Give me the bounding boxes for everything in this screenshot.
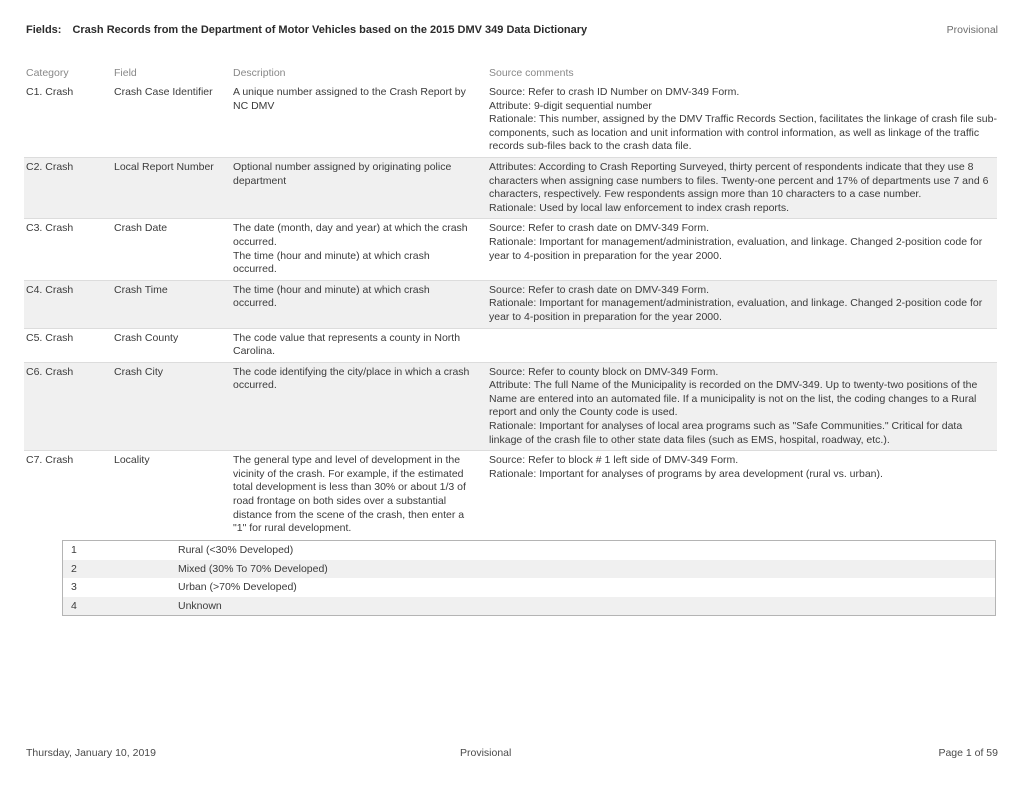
page-footer: Thursday, January 10, 2019 Provisional P… [26, 747, 998, 761]
row-cell-source-comments: Source: Refer to county block on DMV-349… [489, 365, 978, 446]
code-table-label: Urban (>70% Developed) [178, 581, 297, 594]
header-status-label: Provisional [946, 24, 998, 36]
code-table-code: 2 [71, 562, 77, 575]
page-title: Crash Records from the Department of Mot… [72, 24, 588, 36]
row-cell-category: C1. Crash [26, 86, 74, 98]
code-table-label: Mixed (30% To 70% Developed) [178, 562, 328, 575]
row-cell-description: The general type and level of developmen… [233, 454, 466, 535]
row-cell-field: Crash City [114, 365, 164, 378]
code-table-row: 2 Mixed (30% To 70% Developed) [63, 559, 995, 578]
table-row: C2. Crash Local Report Number Optional num… [24, 156, 997, 219]
footer-status: Provisional [460, 747, 512, 759]
table-body: C1. Crash Crash Case Identifier A unique n… [24, 83, 997, 539]
row-cell-category: C5. Crash [26, 331, 74, 344]
row-cell-category: C2. Crash [26, 160, 74, 173]
column-header-field: Field [114, 67, 137, 79]
fields-table: Category Field Description Source commen… [24, 66, 997, 539]
table-row: C5. Crash Crash County The code value that… [24, 327, 997, 362]
row-cell-category: C4. Crash [26, 283, 74, 296]
row-cell-source-comments: Source: Refer to crash date on DMV-349 F… [489, 222, 983, 262]
row-cell-field: Crash Time [114, 283, 168, 296]
table-row: C6. Crash Crash City The code identifying … [24, 361, 997, 451]
table-column-headers: Category Field Description Source commen… [24, 66, 997, 83]
page-header: Fields: Crash Records from the Departmen… [26, 24, 998, 38]
column-header-description: Description [233, 67, 286, 79]
row-cell-description: The time (hour and minute) at which cras… [233, 283, 430, 310]
row-cell-field: Crash Case Identifier [114, 86, 213, 98]
row-cell-description: The code value that represents a county … [233, 331, 461, 358]
row-cell-source-comments [489, 329, 997, 362]
row-cell-field: Crash County [114, 331, 179, 344]
code-table-row: 1 Rural (<30% Developed) [63, 541, 995, 560]
page-header-title-group: Fields: Crash Records from the Departmen… [26, 24, 587, 36]
code-table-code: 3 [71, 581, 77, 594]
footer-page-number: Page 1 of 59 [938, 747, 998, 759]
column-header-source-comments: Source comments [489, 67, 574, 79]
row-cell-description: The code identifying the city/place in w… [233, 365, 470, 392]
locality-code-table: 1 Rural (<30% Developed) 2 Mixed (30% To 70… [62, 540, 996, 616]
code-table-code: 1 [71, 544, 77, 557]
row-cell-field: Locality [114, 454, 150, 467]
row-cell-source-comments: Attributes: According to Crash Reporting… [489, 160, 989, 214]
row-cell-source-comments: Source: Refer to crash ID Number on DMV-… [489, 86, 997, 153]
column-header-category: Category [26, 67, 69, 79]
code-table-code: 4 [71, 599, 77, 612]
row-cell-source-comments: Source: Refer to block # 1 left side of … [489, 454, 883, 480]
code-table-row: 4 Unknown [63, 596, 995, 615]
row-cell-description: A unique number assigned to the Crash Re… [233, 86, 466, 112]
table-row: C3. Crash Crash Date The date (month, day … [24, 218, 997, 279]
code-table-label: Rural (<30% Developed) [178, 544, 294, 557]
fields-label: Fields: [26, 24, 62, 36]
table-row: C1. Crash Crash Case Identifier A unique n… [24, 83, 997, 157]
row-cell-category: C6. Crash [26, 365, 74, 378]
row-cell-field: Local Report Number [114, 160, 214, 173]
row-cell-category: C3. Crash [26, 222, 74, 235]
row-cell-field: Crash Date [114, 222, 168, 235]
row-cell-description: Optional number assigned by originating … [233, 160, 452, 187]
row-cell-description: The date (month, day and year) at which … [233, 222, 468, 276]
row-cell-category: C7. Crash [26, 454, 74, 467]
code-table-label: Unknown [178, 599, 222, 612]
footer-date: Thursday, January 10, 2019 [26, 747, 156, 759]
row-cell-source-comments: Source: Refer to crash date on DMV-349 F… [489, 283, 983, 323]
code-table-row: 3 Urban (>70% Developed) [63, 578, 995, 597]
table-row: C4. Crash Crash Time The time (hour and mi… [24, 279, 997, 328]
table-row: C7. Crash Locality The general type and le… [24, 450, 997, 539]
document-page: { "header": { "fields_label": "Fields:",… [0, 0, 1020, 788]
